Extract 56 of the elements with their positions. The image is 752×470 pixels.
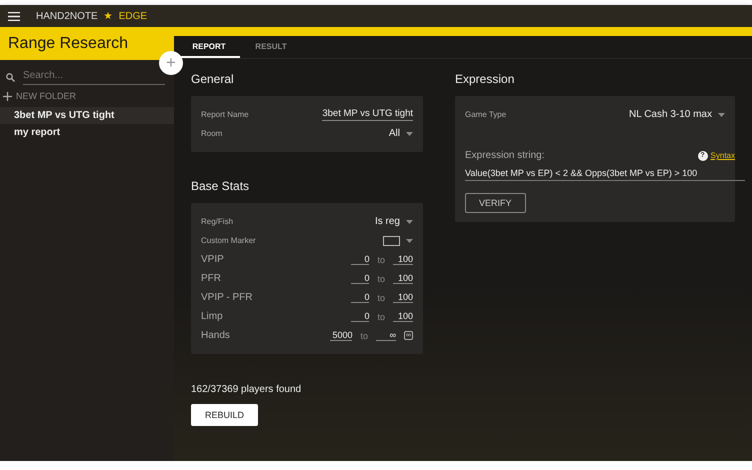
app-name: HAND2NOTE [36,10,98,22]
field-label: Expression string: [465,150,544,161]
max-field[interactable]: 100 [393,292,413,303]
field-label: VPIP - PFR [201,292,252,303]
to-label: to [377,254,385,264]
players-found-text: 162/37369 players found [191,384,302,395]
search-icon [6,73,15,82]
field-label: Custom Marker [201,236,256,245]
max-field[interactable]: 100 [393,254,413,265]
syntax-link[interactable]: Syntax [710,151,735,160]
new-folder-button[interactable]: NEW FOLDER [0,85,174,107]
verify-button[interactable]: VERIFY [465,193,526,213]
sidebar-title: Range Research [0,27,174,60]
edition-label: EDGE [118,10,148,22]
field-label: Hands [201,330,230,341]
dropdown-value[interactable]: All [388,128,400,139]
to-label: to [360,330,368,340]
dropdown-value[interactable]: NL Cash 3-10 max [629,109,712,120]
caret-icon [406,238,413,242]
field-label: VPIP [201,254,224,265]
caret-icon [718,112,725,116]
star-icon: ★ [104,10,113,22]
report-item[interactable]: 3bet MP vs UTG tight [0,107,174,124]
report-name-field[interactable]: 3bet MP vs UTG tight [322,108,413,121]
min-field[interactable]: 0 [351,311,370,322]
max-field[interactable]: 100 [393,311,413,322]
section-title: General [191,72,235,86]
plus-icon [3,92,12,100]
field-label: Room [201,129,222,138]
min-field[interactable]: 5000 [330,330,352,341]
menu-icon[interactable] [8,12,20,20]
expression-field[interactable]: Value(3bet MP vs EP) < 2 && Opps(3bet MP vs EP) > 100 [465,165,745,181]
caret-icon [406,220,413,224]
section-title: Expression [455,72,516,86]
to-label: to [377,312,385,322]
max-field[interactable]: 100 [393,273,413,284]
marker-swatch[interactable] [383,236,400,246]
report-item[interactable]: my report [0,124,174,141]
to-label: to [377,292,385,302]
rebuild-button[interactable]: REBUILD [191,404,258,426]
max-field[interactable]: ∞ [376,330,396,341]
dropdown-value[interactable]: Is reg [374,216,400,227]
caret-icon [406,132,413,136]
search-field[interactable]: Search... [23,70,165,85]
min-field[interactable]: 0 [351,254,370,265]
min-field[interactable]: 0 [351,273,370,284]
field-label: Game Type [465,110,506,119]
min-field[interactable]: 0 [351,292,370,303]
field-label: Report Name [201,110,249,119]
to-label: to [377,274,385,284]
tab[interactable]: REPORT [178,36,240,58]
field-label: Reg/Fish [201,217,234,226]
field-label: Limp [201,311,223,322]
section-title: Base Stats [191,179,250,193]
field-label: PFR [201,273,221,284]
tab[interactable]: RESULT [240,36,302,58]
